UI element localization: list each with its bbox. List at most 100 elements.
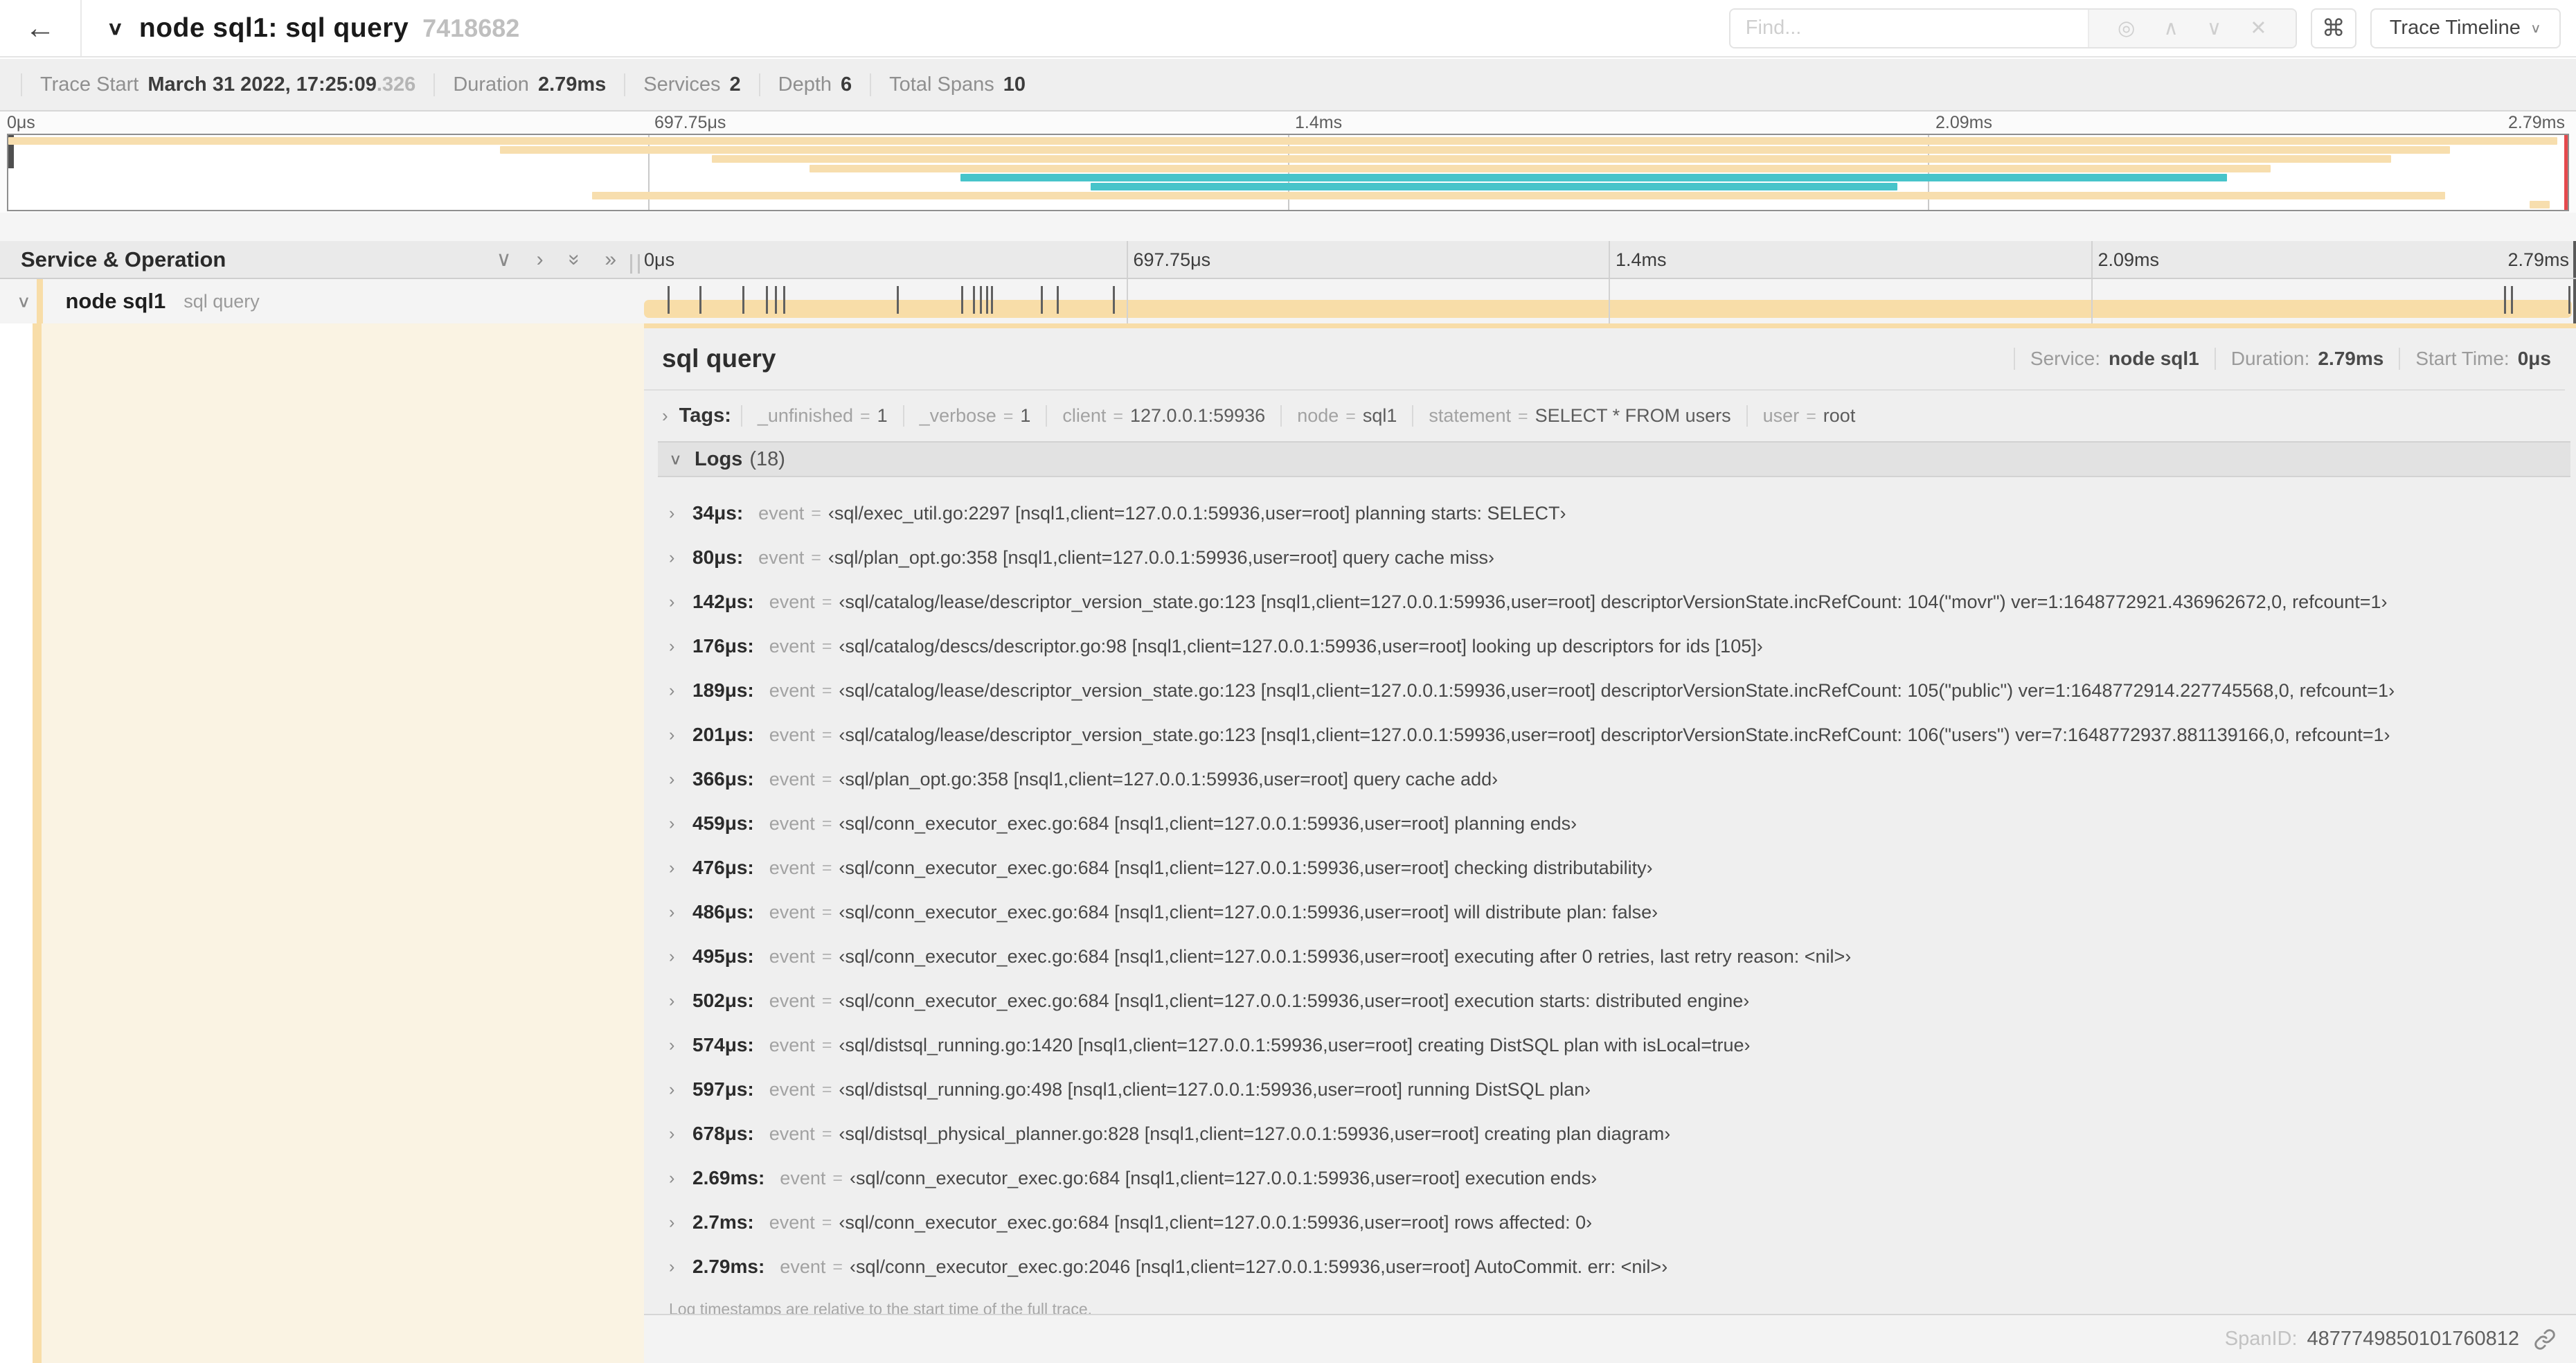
tag-value: 127.0.0.1:59936 <box>1130 405 1266 426</box>
tags-row[interactable]: › Tags: _unfinished = 1 _verbose = 1 cli… <box>644 391 2576 438</box>
log-equals: = <box>811 547 821 567</box>
log-row[interactable]: › 2.7ms: event = ‹sql/conn_executor_exec… <box>658 1200 2570 1245</box>
log-expander-icon[interactable]: › <box>669 681 692 701</box>
log-expander-icon[interactable]: › <box>669 1257 692 1277</box>
log-expander-icon[interactable]: › <box>669 769 692 790</box>
log-field-name: event <box>769 635 815 657</box>
log-row[interactable]: › 189μs: event = ‹sql/catalog/lease/desc… <box>658 668 2570 713</box>
log-expander-icon[interactable]: › <box>669 1168 692 1188</box>
deep-link-icon[interactable] <box>2533 1328 2557 1351</box>
log-value: ‹sql/conn_executor_exec.go:684 [nsql1,cl… <box>839 857 1653 878</box>
column-resizer-grip[interactable] <box>630 254 640 274</box>
log-expander-icon[interactable]: › <box>669 504 692 524</box>
log-row[interactable]: › 486μs: event = ‹sql/conn_executor_exec… <box>658 890 2570 934</box>
log-row[interactable]: › 597μs: event = ‹sql/distsql_running.go… <box>658 1067 2570 1112</box>
log-expander-icon[interactable]: › <box>669 1035 692 1055</box>
timeline-gridline <box>1609 279 1610 323</box>
find-controls: ◎ ∧ ∨ ✕ <box>2087 9 2296 47</box>
log-expander-icon[interactable]: › <box>669 814 692 834</box>
log-expander-icon[interactable]: › <box>669 1124 692 1144</box>
log-row[interactable]: › 476μs: event = ‹sql/conn_executor_exec… <box>658 846 2570 890</box>
log-row[interactable]: › 502μs: event = ‹sql/conn_executor_exec… <box>658 979 2570 1023</box>
detail-left-fill <box>42 323 644 1363</box>
find-clear-icon[interactable]: ✕ <box>2250 16 2266 40</box>
log-expander-icon[interactable]: › <box>669 548 692 568</box>
log-expander-icon[interactable]: › <box>669 991 692 1011</box>
timeline-tick-row: 0μs 697.75μs 1.4ms 2.09ms 2.79ms <box>644 241 2576 278</box>
log-row[interactable]: › 201μs: event = ‹sql/catalog/lease/desc… <box>658 713 2570 757</box>
tag-equals: = <box>1113 407 1123 426</box>
log-equals: = <box>821 724 832 745</box>
log-row[interactable]: › 574μs: event = ‹sql/distsql_running.go… <box>658 1023 2570 1067</box>
log-expander-icon[interactable]: › <box>669 636 692 657</box>
service-operation-header: Service & Operation ∨ › » » <box>0 241 644 278</box>
logs-header[interactable]: ∨ Logs (18) <box>658 441 2570 477</box>
trace-info-label: Total Spans <box>889 73 994 96</box>
span-collapse-icon[interactable]: ∨ <box>17 292 31 311</box>
locate-icon[interactable]: ◎ <box>2118 16 2135 40</box>
find-next-icon[interactable]: ∨ <box>2207 16 2221 40</box>
log-field-name: event <box>769 901 815 923</box>
keyboard-shortcuts-button[interactable]: ⌘ <box>2310 8 2356 48</box>
log-expander-icon[interactable]: › <box>669 902 692 923</box>
log-row[interactable]: › 80μs: event = ‹sql/plan_opt.go:358 [ns… <box>658 535 2570 580</box>
log-field-name: event <box>758 502 805 524</box>
service-operation-title: Service & Operation <box>21 247 226 271</box>
view-selector-button[interactable]: Trace Timeline ∨ <box>2370 8 2561 48</box>
title-group: ∨ node sql1: sql query 7418682 <box>107 13 519 44</box>
collapse-one-icon[interactable]: ∨ <box>497 249 512 270</box>
log-marker-tick <box>986 286 989 314</box>
log-equals: = <box>821 636 832 656</box>
collapse-all-icon[interactable]: » <box>563 253 586 265</box>
minimap-span-bar <box>1091 183 1897 190</box>
log-field-name: event <box>780 1256 826 1277</box>
log-row[interactable]: › 142μs: event = ‹sql/catalog/lease/desc… <box>658 580 2570 624</box>
expand-one-icon[interactable]: › <box>537 249 544 270</box>
log-value: ‹sql/conn_executor_exec.go:684 [nsql1,cl… <box>839 1211 1593 1233</box>
log-row[interactable]: › 495μs: event = ‹sql/conn_executor_exec… <box>658 934 2570 979</box>
log-field-name: event <box>780 1167 826 1188</box>
log-row[interactable]: › 678μs: event = ‹sql/distsql_physical_p… <box>658 1112 2570 1156</box>
log-expander-icon[interactable]: › <box>669 858 692 878</box>
span-row-timeline[interactable] <box>644 279 2576 323</box>
minimap-tick-row: 0μs 697.75μs 1.4ms 2.09ms 2.79ms <box>7 112 2569 134</box>
log-equals: = <box>821 813 832 833</box>
log-expander-icon[interactable]: › <box>669 1213 692 1233</box>
topbar-actions: ◎ ∧ ∨ ✕ ⌘ Trace Timeline ∨ <box>1728 8 2576 48</box>
log-timestamp: 459μs: <box>692 812 754 834</box>
logs-footnote: Log timestamps are relative to the start… <box>669 1300 1093 1314</box>
minimap-canvas[interactable] <box>7 134 2569 211</box>
tag-item: node = sql1 <box>1280 405 1412 427</box>
log-equals: = <box>821 591 832 612</box>
log-marker-tick <box>699 286 701 314</box>
find-input[interactable] <box>1730 9 2088 47</box>
detail-summary-value: 0μs <box>2517 348 2551 369</box>
logs-collapse-icon[interactable]: ∨ <box>669 450 682 468</box>
log-field-name: event <box>769 1034 815 1055</box>
span-duration-bar[interactable] <box>644 300 2572 318</box>
log-expander-icon[interactable]: › <box>669 947 692 967</box>
minimap-span-bar <box>499 146 2450 154</box>
log-row[interactable]: › 176μs: event = ‹sql/catalog/descs/desc… <box>658 624 2570 668</box>
log-expander-icon[interactable]: › <box>669 725 692 745</box>
log-timestamp: 201μs: <box>692 724 754 745</box>
log-row[interactable]: › 34μs: event = ‹sql/exec_util.go:2297 [… <box>658 491 2570 535</box>
minimap-right-scrubber[interactable] <box>2564 135 2568 210</box>
back-button[interactable]: ← <box>0 0 82 56</box>
log-row[interactable]: › 459μs: event = ‹sql/conn_executor_exec… <box>658 801 2570 846</box>
log-row[interactable]: › 366μs: event = ‹sql/plan_opt.go:358 [n… <box>658 757 2570 801</box>
expand-all-icon[interactable]: » <box>605 249 616 270</box>
log-expander-icon[interactable]: › <box>669 1080 692 1100</box>
log-timestamp: 34μs: <box>692 502 744 524</box>
log-equals: = <box>821 1035 832 1055</box>
columns-header: Service & Operation ∨ › » » 0μs 697.75μs 1.4m… <box>0 241 2576 279</box>
log-field-name: event <box>769 768 815 790</box>
log-row[interactable]: › 2.79ms: event = ‹sql/conn_executor_exe… <box>658 1245 2570 1289</box>
log-expander-icon[interactable]: › <box>669 592 692 612</box>
span-row[interactable]: ∨ node sql1 sql query <box>0 279 2576 323</box>
title-collapse-icon[interactable]: ∨ <box>107 17 124 39</box>
tag-item: user = root <box>1746 405 1871 427</box>
log-row[interactable]: › 2.69ms: event = ‹sql/conn_executor_exe… <box>658 1156 2570 1200</box>
tags-expander-icon[interactable]: › <box>662 405 668 427</box>
find-prev-icon[interactable]: ∧ <box>2163 16 2178 40</box>
